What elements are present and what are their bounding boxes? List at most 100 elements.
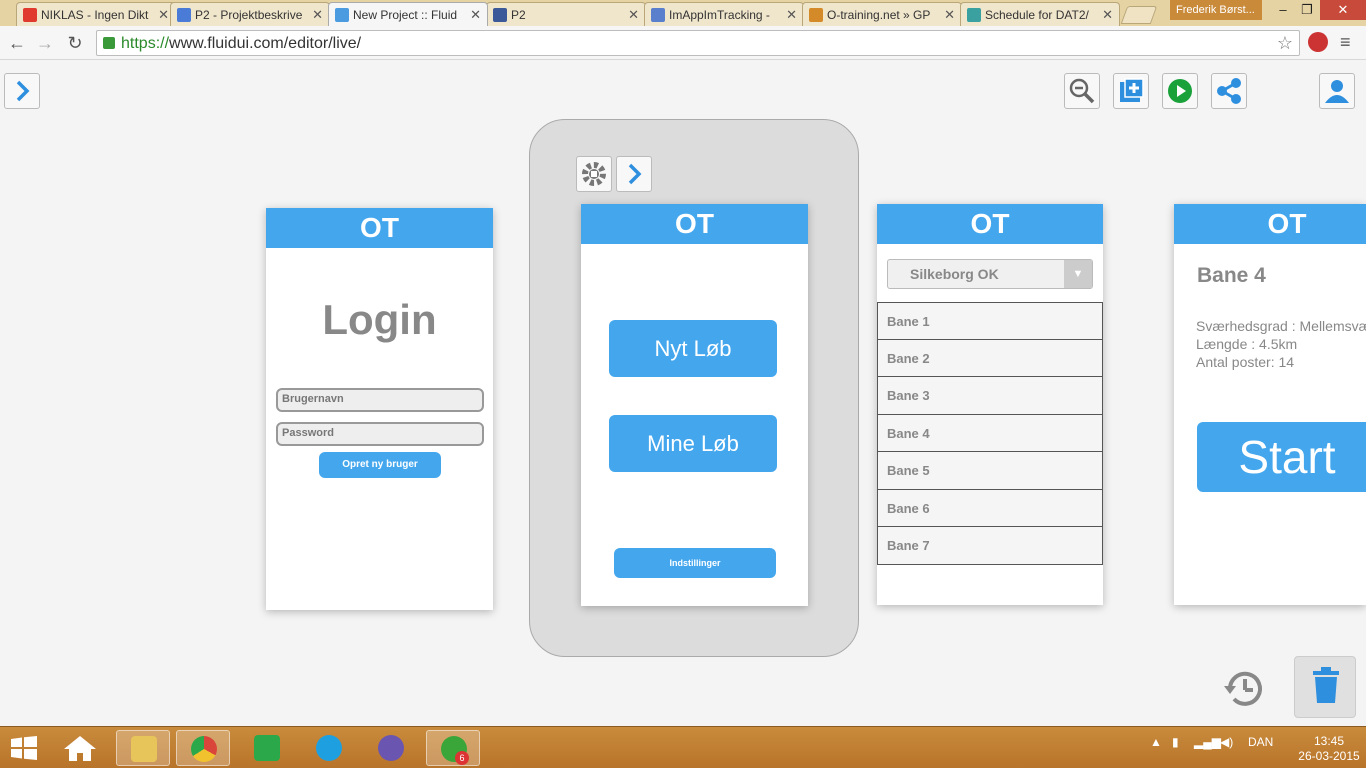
taskbar-app[interactable]	[364, 730, 418, 766]
browser-tab[interactable]: NIKLAS - Ingen Dikt ✕	[16, 2, 176, 26]
browser-tab[interactable]: ImAppImTracking - ✕	[644, 2, 804, 26]
tab-title: ImAppImTracking -	[669, 8, 770, 22]
zoom-out-icon	[1069, 78, 1095, 104]
share-button[interactable]	[1211, 73, 1247, 109]
maximize-icon[interactable]: ❐	[1290, 0, 1324, 20]
play-icon	[1168, 79, 1192, 103]
clock-time: 13:45	[1313, 734, 1345, 748]
play-button[interactable]	[1162, 73, 1198, 109]
close-icon[interactable]: ✕	[786, 7, 797, 23]
taskbar-skype[interactable]	[302, 730, 356, 766]
close-icon[interactable]: ✕	[470, 7, 481, 23]
screen-login[interactable]: OT Login Brugernavn Password Opret ny br…	[266, 208, 493, 610]
close-icon[interactable]: ✕	[1102, 7, 1113, 23]
browser-toolbar: ← → ↻ https://www.fluidui.com/editor/liv…	[0, 26, 1366, 60]
start-button[interactable]: Start	[1197, 422, 1366, 492]
new-run-button[interactable]: Nyt Løb	[609, 320, 777, 377]
windows-start-icon[interactable]	[10, 736, 38, 760]
google-icon	[651, 8, 665, 22]
schedule-icon	[967, 8, 981, 22]
trash-icon	[1313, 667, 1339, 703]
editor-canvas: OT Login Brugernavn Password Opret ny br…	[0, 61, 1366, 726]
close-icon[interactable]: ✕	[628, 7, 639, 23]
docs-icon	[177, 8, 191, 22]
username-field[interactable]: Brugernavn	[276, 388, 484, 412]
browser-tab[interactable]: P2 ✕	[486, 2, 646, 26]
list-item[interactable]: Bane 2	[877, 339, 1103, 377]
clock[interactable]: 13:45 26-03-2015	[1298, 734, 1360, 764]
taskbar: 6 ▲ ▮ ▂▄▆ ◀) DAN 13:45 26-03-2015	[0, 726, 1366, 768]
tray-expand-icon[interactable]: ▲	[1150, 735, 1162, 749]
screen-settings-button[interactable]	[576, 156, 612, 192]
close-icon[interactable]: ✕	[944, 7, 955, 23]
add-screen-icon	[1120, 78, 1144, 102]
list-item[interactable]: Bane 6	[877, 489, 1103, 527]
screen-header: OT	[877, 204, 1103, 244]
close-icon[interactable]: ✕	[312, 7, 323, 23]
list-item[interactable]: Bane 1	[877, 302, 1103, 340]
expand-panel-button[interactable]	[4, 73, 40, 109]
browser-tab[interactable]: Schedule for DAT2/ ✕	[960, 2, 1120, 26]
reload-icon[interactable]: ↻	[64, 32, 86, 54]
my-runs-button[interactable]: Mine Løb	[609, 415, 777, 472]
close-icon[interactable]: ✕	[158, 7, 169, 23]
screen-course-detail[interactable]: OT Bane 4 Sværhedsgrad : Mellemsvær Læng…	[1174, 204, 1366, 605]
screen-courses[interactable]: OT Silkeborg OK ▼ Bane 1 Bane 2 Bane 3 B…	[877, 204, 1103, 605]
list-item[interactable]: Bane 4	[877, 414, 1103, 452]
password-field[interactable]: Password	[276, 422, 484, 446]
course-title: Bane 4	[1197, 264, 1266, 287]
list-item[interactable]: Bane 5	[877, 452, 1103, 490]
add-screen-button[interactable]	[1113, 73, 1149, 109]
tab-title: P2 - Projektbeskrive	[195, 8, 303, 22]
course-difficulty: Sværhedsgrad : Mellemsvær	[1196, 318, 1366, 334]
battery-icon[interactable]: ▮	[1172, 735, 1179, 749]
window-close-icon[interactable]: ✕	[1320, 0, 1366, 20]
forward-icon[interactable]: →	[34, 32, 56, 54]
chrome-icon	[191, 736, 217, 762]
home-icon[interactable]	[62, 734, 98, 762]
address-bar[interactable]: https://www.fluidui.com/editor/live/ ☆	[96, 30, 1300, 56]
settings-button[interactable]: Indstillinger	[614, 548, 776, 578]
login-title: Login	[322, 296, 437, 343]
tab-title: O-training.net » GP	[827, 8, 931, 22]
taskbar-spotify[interactable]: 6	[426, 730, 480, 766]
club-dropdown[interactable]: Silkeborg OK ▼	[887, 259, 1093, 289]
otraining-icon	[809, 8, 823, 22]
club-selected: Silkeborg OK	[910, 266, 999, 282]
trash-button[interactable]	[1294, 656, 1356, 718]
browser-tab[interactable]: P2 - Projektbeskrive ✕	[170, 2, 330, 26]
create-user-button[interactable]: Opret ny bruger	[319, 452, 441, 478]
course-posts: Antal poster: 14	[1196, 354, 1295, 370]
screen-header: OT	[1174, 204, 1366, 244]
chevron-down-icon: ▼	[1064, 260, 1092, 288]
youtube-icon	[23, 8, 37, 22]
tab-title: P2	[511, 8, 526, 22]
taskbar-chrome[interactable]	[176, 730, 230, 766]
menu-icon[interactable]: ≡	[1340, 32, 1351, 53]
user-icon	[1325, 80, 1349, 103]
course-length: Længde : 4.5km	[1196, 336, 1298, 352]
new-tab-button[interactable]	[1120, 6, 1158, 24]
folder-icon	[131, 736, 157, 762]
screen-header: OT	[581, 204, 808, 244]
user-button[interactable]	[1319, 73, 1355, 109]
network-icon[interactable]: ▂▄▆	[1194, 735, 1221, 749]
volume-icon[interactable]: ◀)	[1220, 735, 1233, 749]
history-button[interactable]	[1222, 666, 1268, 712]
browser-tab-active[interactable]: New Project :: Fluid ✕	[328, 2, 488, 26]
taskbar-store[interactable]	[240, 730, 294, 766]
screen-menu[interactable]: OT Nyt Løb Mine Løb Indstillinger	[581, 204, 808, 606]
profile-badge[interactable]: Frederik Børst...	[1170, 0, 1262, 20]
back-icon[interactable]: ←	[6, 32, 28, 54]
list-item[interactable]: Bane 7	[877, 527, 1103, 565]
browser-tab-strip: NIKLAS - Ingen Dikt ✕ P2 - Projektbeskri…	[0, 0, 1366, 26]
zoom-out-button[interactable]	[1064, 73, 1100, 109]
bookmark-star-icon[interactable]: ☆	[1277, 33, 1293, 54]
list-item[interactable]: Bane 3	[877, 377, 1103, 415]
clock-date: 26-03-2015	[1298, 749, 1360, 763]
taskbar-file-explorer[interactable]	[116, 730, 170, 766]
language-indicator[interactable]: DAN	[1248, 735, 1273, 749]
screen-link-button[interactable]	[616, 156, 652, 192]
browser-tab[interactable]: O-training.net » GP ✕	[802, 2, 962, 26]
extension-icon[interactable]	[1308, 32, 1328, 52]
